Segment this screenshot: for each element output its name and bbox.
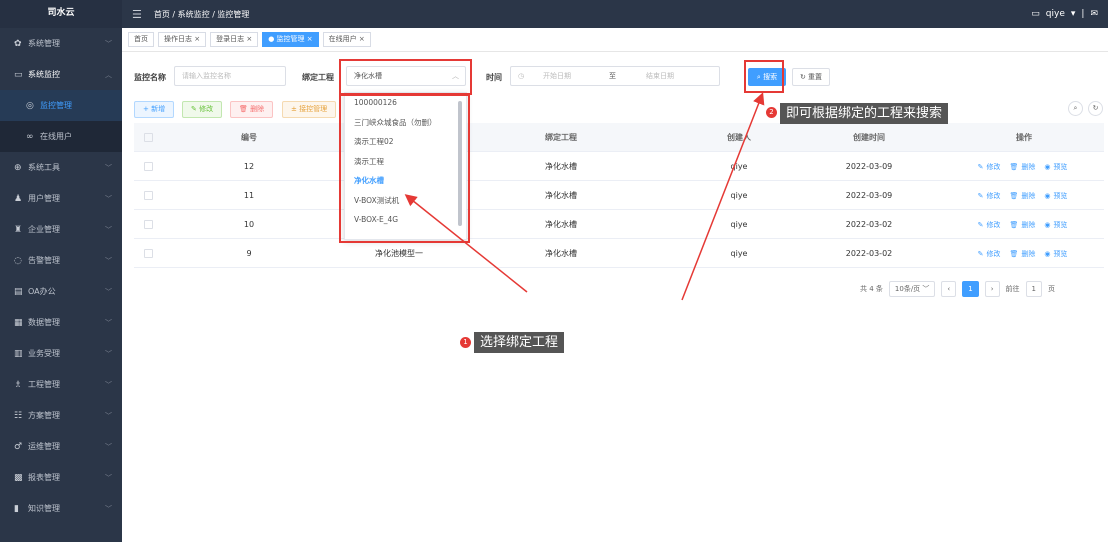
step1-badge: 1 bbox=[460, 337, 471, 348]
annotation-arrows bbox=[404, 92, 765, 301]
step1-callout: 选择绑定工程 bbox=[474, 332, 565, 353]
step2-callout: 即可根据绑定的工程来搜索 bbox=[780, 103, 949, 124]
step2-badge: 2 bbox=[766, 107, 777, 118]
